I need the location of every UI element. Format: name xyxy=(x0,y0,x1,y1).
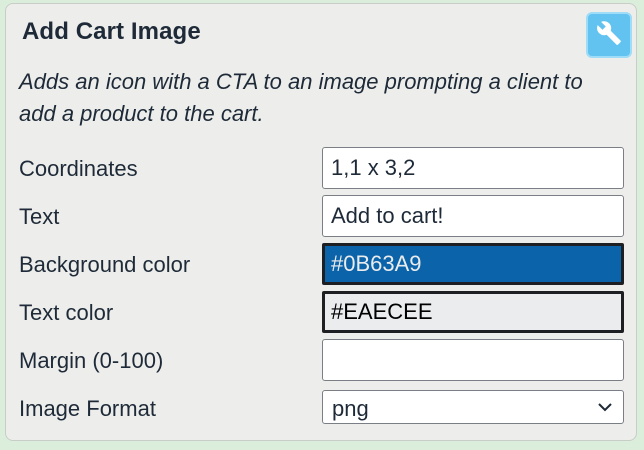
text-label: Text xyxy=(19,204,60,229)
panel-title: Add Cart Image xyxy=(22,18,201,45)
settings-button[interactable] xyxy=(586,12,632,58)
add-cart-image-panel: Add Cart Image Adds an icon with a CTA t… xyxy=(5,3,637,441)
panel-description: Adds an icon with a CTA to an image prom… xyxy=(19,69,583,126)
text-color-input[interactable] xyxy=(322,291,624,333)
margin-label: Margin (0-100) xyxy=(19,348,164,373)
margin-input[interactable] xyxy=(322,339,624,381)
image-format-label: Image Format xyxy=(19,396,156,421)
background-color-label: Background color xyxy=(19,252,191,277)
coordinates-label: Coordinates xyxy=(19,156,138,181)
cta-text-input[interactable] xyxy=(322,195,624,237)
chevron-down-icon xyxy=(597,400,613,418)
coordinates-input[interactable] xyxy=(322,147,624,189)
image-format-select[interactable]: png xyxy=(322,390,624,424)
text-color-label: Text color xyxy=(19,300,114,325)
wrench-icon xyxy=(596,20,622,51)
background-color-input[interactable] xyxy=(322,243,624,285)
image-format-value: png xyxy=(332,396,369,421)
